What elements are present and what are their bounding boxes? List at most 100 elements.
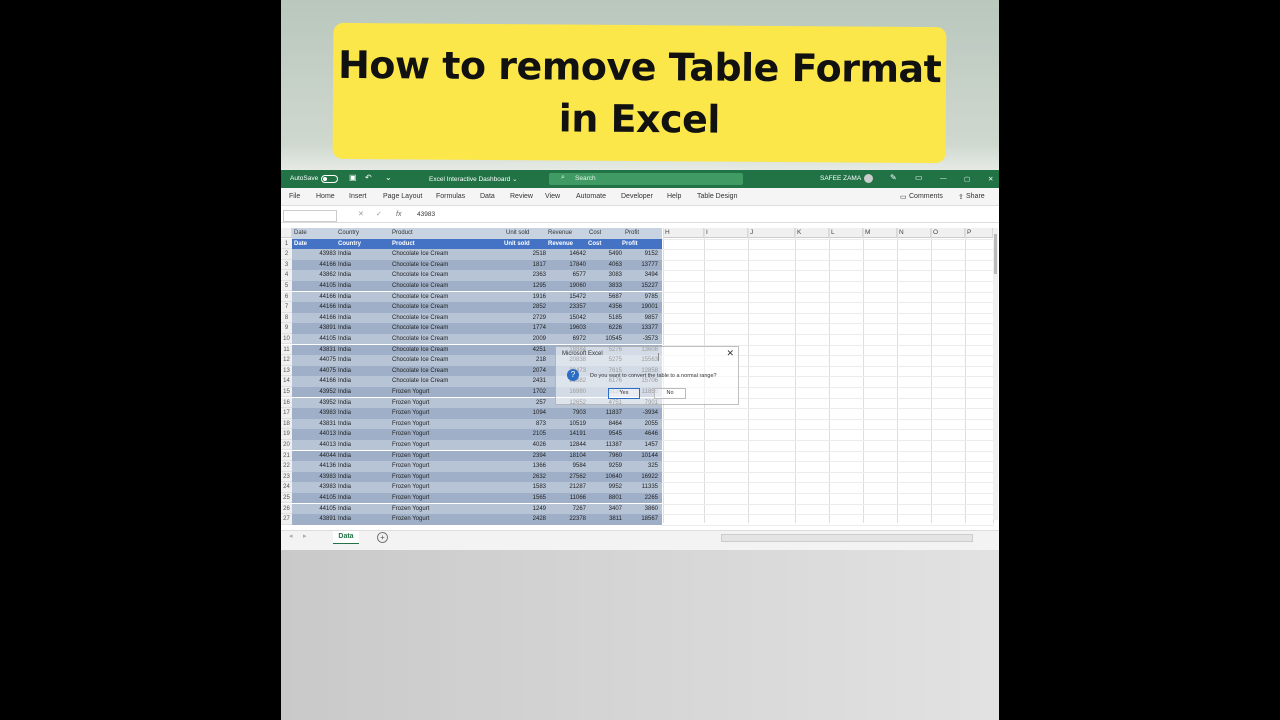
formula-input[interactable]: 43983	[417, 211, 435, 218]
cell-profit[interactable]: 11335	[622, 482, 658, 493]
cell-cost[interactable]: 6226	[588, 323, 622, 334]
cell-product[interactable]: Frozen Yogurt	[392, 504, 502, 515]
cell-country[interactable]: Country	[338, 239, 388, 250]
table-row[interactable]: 44166 India Chocolate Ice Cream 2729 15042 51…	[292, 312, 662, 324]
cell-country[interactable]: India	[338, 313, 388, 324]
table-row[interactable]: 43983 India Frozen Yogurt 1583 21287 9952 1133…	[292, 482, 662, 493]
row-number[interactable]: 13	[281, 365, 292, 377]
table-row[interactable]: 43983 India Frozen Yogurt 1094 7903 11837 -393…	[292, 408, 662, 419]
cell-date[interactable]: 43831	[294, 345, 336, 356]
row-number[interactable]: 10	[281, 333, 292, 345]
tab-developer[interactable]: Developer	[621, 193, 653, 200]
cell-revenue[interactable]: 19603	[548, 323, 586, 334]
cell-product[interactable]: Frozen Yogurt	[392, 429, 502, 440]
cell-cost[interactable]: 5185	[588, 313, 622, 324]
cell-profit[interactable]: 13777	[622, 260, 658, 271]
row-number[interactable]: 4	[281, 270, 292, 281]
cell-date[interactable]: 43891	[294, 323, 336, 334]
cell-revenue[interactable]: 15472	[548, 292, 586, 303]
cell-product[interactable]: Chocolate Ice Cream	[392, 249, 502, 260]
prev-sheet-icon[interactable]: ◂	[289, 532, 293, 540]
cell-product[interactable]: Chocolate Ice Cream	[392, 260, 502, 271]
user-name[interactable]: SAFEE ZAMA	[820, 175, 861, 182]
cell-revenue[interactable]: 7267	[548, 504, 586, 515]
tab-file[interactable]: File	[289, 193, 300, 200]
cell-country[interactable]: India	[338, 472, 388, 483]
table-row[interactable]: 43862 India Chocolate Ice Cream 2363 6577 308…	[292, 270, 662, 281]
cell-product[interactable]: Product	[392, 239, 502, 250]
cell-country[interactable]: India	[338, 292, 388, 303]
row-number[interactable]: 8	[281, 312, 292, 324]
cell-unit-sold[interactable]: 4026	[504, 440, 546, 451]
tab-automate[interactable]: Automate	[576, 193, 606, 200]
cell-unit-sold[interactable]: 2363	[504, 270, 546, 281]
cell-product[interactable]: Chocolate Ice Cream	[392, 345, 502, 356]
cell-country[interactable]: India	[338, 376, 388, 387]
cell-revenue[interactable]: 10519	[548, 419, 586, 430]
cell-revenue[interactable]: 14642	[548, 249, 586, 260]
cancel-icon[interactable]: ✕	[358, 210, 364, 218]
row-number[interactable]: 21	[281, 450, 292, 462]
column-header-k[interactable]: K	[795, 228, 829, 238]
cell-date[interactable]: 43983	[294, 249, 336, 260]
cell-country[interactable]: India	[338, 281, 388, 292]
column-header-j[interactable]: J	[748, 228, 795, 238]
cell-revenue[interactable]: 21287	[548, 482, 586, 493]
cell-product[interactable]: Frozen Yogurt	[392, 451, 502, 462]
horizontal-scrollbar[interactable]	[721, 534, 973, 542]
cell-unit-sold[interactable]: 2518	[504, 249, 546, 260]
cell-country[interactable]: India	[338, 323, 388, 334]
cell-date[interactable]: 44166	[294, 292, 336, 303]
row-number[interactable]: 18	[281, 418, 292, 430]
cell-date[interactable]: 44166	[294, 302, 336, 313]
table-row[interactable]: 44044 India Frozen Yogurt 2394 18104 7960 1014…	[292, 450, 662, 462]
cell-country[interactable]: India	[338, 345, 388, 356]
cell-product[interactable]: Frozen Yogurt	[392, 514, 502, 525]
cell-unit-sold[interactable]: Unit sold	[504, 239, 546, 250]
cell-country[interactable]: India	[338, 493, 388, 504]
table-row[interactable]: 43983 India Frozen Yogurt 2632 27562 10640 169…	[292, 471, 662, 483]
table-row[interactable]: 44105 India Chocolate Ice Cream 2009 6972 105…	[292, 333, 662, 345]
table-row[interactable]: 43831 India Frozen Yogurt 873 10519 8464 2055	[292, 418, 662, 430]
add-sheet-button[interactable]: +	[377, 532, 388, 543]
cell-date[interactable]: 44044	[294, 451, 336, 462]
cell-date[interactable]: 44013	[294, 429, 336, 440]
cell-date[interactable]: 44105	[294, 504, 336, 515]
table-row[interactable]: 43983 India Chocolate Ice Cream 2518 14642 54…	[292, 249, 662, 260]
cell-unit-sold[interactable]: 1916	[504, 292, 546, 303]
tab-formulas[interactable]: Formulas	[436, 193, 465, 200]
row-number[interactable]: 14	[281, 376, 292, 387]
cell-cost[interactable]: 11387	[588, 440, 622, 451]
cell-date[interactable]: 43952	[294, 398, 336, 409]
row-number[interactable]: 5	[281, 280, 292, 292]
cell-revenue[interactable]: 6577	[548, 270, 586, 281]
cell-unit-sold[interactable]: 2632	[504, 472, 546, 483]
cell-cost[interactable]: 9952	[588, 482, 622, 493]
cell-cost[interactable]: 9545	[588, 429, 622, 440]
cell-product[interactable]: Frozen Yogurt	[392, 398, 502, 409]
cell-date[interactable]: 44105	[294, 334, 336, 345]
row-number[interactable]: 16	[281, 397, 292, 409]
column-header-m[interactable]: M	[863, 228, 897, 238]
cell-profit[interactable]: 3860	[622, 504, 658, 515]
cell-profit[interactable]: -3934	[622, 408, 658, 419]
restore-button[interactable]: ▢	[964, 175, 970, 183]
row-number[interactable]: 25	[281, 492, 292, 504]
cell-product[interactable]: Chocolate Ice Cream	[392, 313, 502, 324]
cell-country[interactable]: India	[338, 249, 388, 260]
cell-unit-sold[interactable]: 1565	[504, 493, 546, 504]
table-row[interactable]: 44166 India Chocolate Ice Cream 1817 17840 40…	[292, 259, 662, 271]
cell-date[interactable]: 43952	[294, 387, 336, 398]
cell-date[interactable]: 43983	[294, 472, 336, 483]
cell-country[interactable]: India	[338, 260, 388, 271]
cell-country[interactable]: India	[338, 482, 388, 493]
table-row[interactable]: 44013 India Frozen Yogurt 4026 12844 11387 145…	[292, 439, 662, 451]
cell-profit[interactable]: 1457	[622, 440, 658, 451]
cell-unit-sold[interactable]: 1249	[504, 504, 546, 515]
cell-cost[interactable]: 3407	[588, 504, 622, 515]
cell-cost[interactable]: 4063	[588, 260, 622, 271]
row-number[interactable]: 24	[281, 482, 292, 493]
cell-cost[interactable]: 9259	[588, 461, 622, 472]
row-number[interactable]: 2	[281, 249, 292, 260]
cell-unit-sold[interactable]: 2394	[504, 451, 546, 462]
